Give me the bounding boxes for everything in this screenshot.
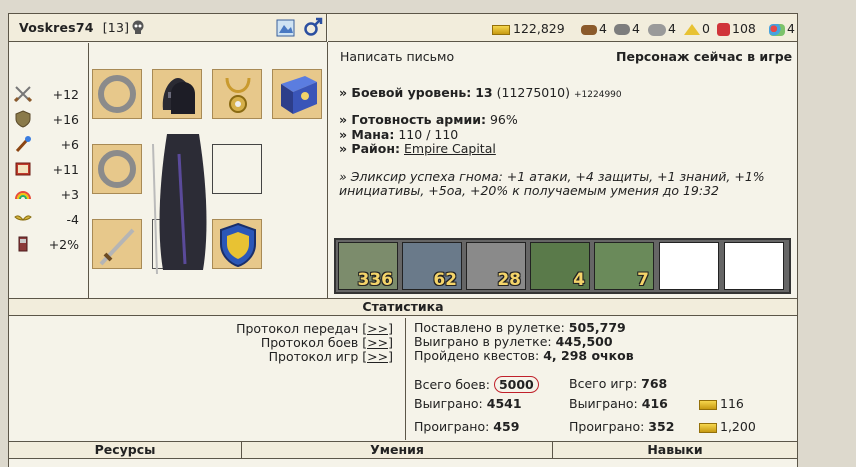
skull-icon [131,20,145,38]
amulet-icon [225,77,251,113]
gold-icon [699,422,717,433]
mana-row: » Мана: 110 / 110 [339,127,459,142]
gems-icon [769,23,785,36]
character-name[interactable]: Voskres74 [13] [19,20,129,35]
stat-luck: +3 [14,185,84,205]
gold-won: 116 [699,396,744,411]
talents-tab[interactable]: Навыки [553,441,797,459]
elixir-effect-line-2: инициативы, +5oa, +20% к получаемым умен… [339,183,719,198]
stat-defense: +16 [14,110,84,130]
protocol-transfers: Протокол передач [>>] [236,321,393,336]
ring-icon [98,75,136,113]
crystal-icon [717,23,730,36]
resources-bar: 122,829 4 4 4 0 108 4 [328,14,797,42]
district-row: » Район: Empire Capital [339,141,496,156]
army-bar: 336 62 28 4 7 [334,238,791,294]
protocol-games-link[interactable]: [>>] [362,349,393,364]
hero-figure [149,74,217,275]
stat-knowledge: +11 [14,160,84,180]
army-slot-empty[interactable] [724,242,784,290]
ore-resource: 4 [614,21,640,36]
stats-divider [405,318,406,440]
wings-icon [14,210,32,231]
mercury-icon [648,23,666,36]
wand-icon [14,135,32,156]
roulette-bet: Поставлено в рулетке: 505,779 [414,320,626,335]
swords-icon [13,85,33,106]
character-header: Voskres74 [13] [9,14,327,42]
sulfur-icon [684,24,700,35]
ring-icon [98,150,136,188]
protocol-battles-link[interactable]: [>>] [362,335,393,350]
write-letter-link[interactable]: Написать письмо [340,49,454,64]
shield-icon [14,110,32,131]
roulette-won: Выиграно в рулетке: 445,500 [414,334,613,349]
wood-resource: 4 [581,21,607,36]
army-slot-empty[interactable] [659,242,719,290]
lost-games: Проиграно: 352 [569,419,675,434]
combat-level-row: » Боевой уровень: 13 (11275010) +1224990 [339,85,622,100]
character-panel: Voskres74 [13] 122,829 4 4 4 0 108 4 +12… [8,13,798,467]
male-gender-icon [303,17,323,40]
sword-icon [99,228,135,266]
district-link[interactable]: Empire Capital [404,141,496,156]
gold-lost: 1,200 [699,419,756,434]
gold-icon [699,399,717,410]
army-ready-row: » Готовность армии: 96% [339,112,518,127]
stats-column: +12 +16 +6 +11 +3 -4 +2% [9,43,89,298]
total-games: Всего игр: 768 [569,376,668,391]
ore-icon [614,24,630,35]
protocol-battles: Протокол боев [>>] [260,335,393,350]
gold-icon [492,24,510,35]
rainbow-icon [14,185,32,206]
crystal-resource: 108 [717,21,756,36]
shield-item-icon [220,222,256,268]
quests-completed: Пройдено квестов: 4, 298 очков [414,348,634,363]
ring-slot-1[interactable] [92,69,142,119]
army-unit[interactable]: 4 [530,242,590,290]
book-icon [14,160,32,181]
hourglass-icon [14,235,32,256]
army-unit[interactable]: 28 [466,242,526,290]
won-battles: Выиграно: 4541 [414,396,522,411]
stat-attack: +12 [13,85,84,106]
wood-icon [581,24,597,35]
lost-battles: Проиграно: 459 [414,419,520,434]
total-battles: Всего боев: 5000 [414,376,539,393]
elixir-effect-line-1: » Эликсир успеха гнома: +1 атаки, +4 защ… [339,169,765,184]
column-divider [327,42,328,298]
stat-spellpower: +6 [14,135,84,155]
shield-slot[interactable] [212,219,262,269]
protocol-games: Протокол игр [>>] [268,349,393,364]
gold-resource: 122,829 [492,21,565,36]
amulet-slot[interactable] [212,69,262,119]
gems-resource: 4 [769,21,795,36]
book-slot[interactable] [272,69,322,119]
won-games: Выиграно: 416 [569,396,668,411]
skills-tab[interactable]: Умения [242,441,553,459]
portrait-icon[interactable] [276,19,295,40]
army-unit[interactable]: 62 [402,242,462,290]
army-unit[interactable]: 7 [594,242,654,290]
cloak-slot[interactable] [212,144,262,194]
sulfur-resource: 0 [684,21,710,36]
stat-morale: -4 [14,210,84,230]
protocol-transfers-link[interactable]: [>>] [362,321,393,336]
mercury-resource: 4 [648,21,676,36]
army-unit[interactable]: 336 [338,242,398,290]
online-status: Персонаж сейчас в игре [616,49,793,64]
spellbook-icon [281,76,317,114]
stat-initiative: +2% [14,235,84,255]
resources-tab[interactable]: Ресурсы [9,441,242,459]
statistics-header: Статистика [9,298,797,316]
ring-slot-2[interactable] [92,144,142,194]
weapon-slot[interactable] [92,219,142,269]
